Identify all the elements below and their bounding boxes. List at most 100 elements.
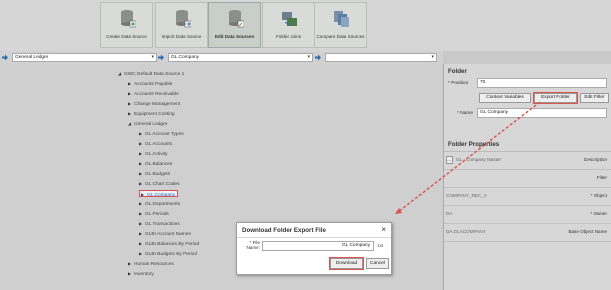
tree-item[interactable]: ▶ GL Activity (139, 150, 167, 157)
name-field[interactable]: GL Company (477, 108, 607, 118)
tree-item[interactable]: ▶ Human Resources (128, 260, 174, 267)
tree-item-label: GL Account Types (145, 132, 184, 137)
tree-item-label: Change Management (134, 102, 181, 107)
tree-item[interactable]: ▶ Accounts Payable (128, 80, 172, 87)
arrow-right-icon[interactable] (158, 54, 164, 61)
property-row: DA.GLACOMPANY Base Object Name (444, 224, 611, 242)
position-field[interactable]: 70 (477, 78, 607, 88)
tree-item-label: GL Budgets (145, 172, 171, 177)
file-name-field[interactable]: GL Company (262, 241, 374, 251)
tree-item[interactable]: ▶ GLBI Budgets By Period (139, 250, 197, 257)
dialog-divider (237, 237, 391, 238)
create-data-source-label: Create Data Source (106, 34, 147, 39)
filter-bar: General Ledger ▾ GL Company ▾ ▾ (0, 51, 443, 64)
close-icon[interactable]: × (381, 225, 386, 234)
tree-item-label: GLBI Account Names (145, 232, 191, 237)
property-value[interactable]: DA.GLACOMPANY (446, 229, 486, 234)
property-value[interactable]: DA (446, 211, 452, 216)
tree-item-label: GL Accounts (145, 142, 173, 147)
context-variables-button[interactable]: Context Variables (479, 93, 531, 103)
tree-item-label: GL Departments (145, 202, 181, 207)
property-row: COMPANY_REC_V * Object (444, 188, 611, 206)
ledger-select-value: General Ledger (15, 55, 49, 60)
tree-item[interactable]: ▶ Inventory (128, 270, 154, 277)
chevron-down-icon: ▾ (307, 54, 310, 60)
name-label: * Name (457, 111, 473, 116)
chevron-down-icon: ▾ (151, 54, 154, 60)
tree-item-label: Inventory (134, 272, 154, 277)
tree-item[interactable]: ▶ Equipment Costing (128, 110, 175, 117)
tree-item[interactable]: ▶ GLBI Account Names (139, 230, 191, 237)
edit-filter-button[interactable]: Edit Filter (580, 93, 609, 103)
database-import-icon (176, 10, 191, 28)
tree-item[interactable]: ▶ Accounts Receivable (128, 90, 179, 97)
download-button[interactable]: Download (329, 257, 364, 270)
property-value[interactable]: COMPANY_REC_V (446, 193, 487, 198)
tree-item[interactable]: ▶ GL Company (139, 190, 179, 198)
tree-item-label: Accounts Payable (134, 82, 173, 87)
file-name-label: * File Name: (246, 240, 260, 251)
edit-data-sources-label: Edit Data Sources (214, 34, 255, 39)
tree-item[interactable]: ▶ GLBI Balances By Period (139, 240, 199, 247)
position-label: * Position (448, 81, 469, 86)
property-row: Filter (444, 170, 611, 188)
folder-panel: Folder * Position 70 Context Variables E… (444, 64, 611, 290)
tree-item[interactable]: ▶ GL Transactions (139, 220, 180, 227)
chevron-down-icon: ▾ (431, 54, 434, 60)
tree-item-label: GL Activity (145, 152, 168, 157)
import-data-source-button[interactable]: Import Data Source (155, 2, 208, 48)
tree-item-label: GL Balances (145, 162, 173, 167)
tree-item[interactable]: ▶ GL Periods (139, 210, 169, 217)
tree-item[interactable]: ▶ GL Account Types (139, 130, 184, 137)
folder-select[interactable]: GL Company ▾ (168, 53, 313, 62)
folder-joins-label: Folder Joins (275, 34, 302, 39)
tree-item[interactable]: ◢ General Ledger (128, 120, 167, 127)
toolbar: Create Data Source Import Data Source Ed… (0, 0, 611, 51)
tree-item[interactable]: ▶ GL Chart Codes (139, 180, 179, 187)
dialog-title: Download Folder Export File (242, 227, 326, 234)
property-key: Filter (596, 175, 607, 180)
tree-item-label: GL Periods (145, 212, 169, 217)
tree-item[interactable]: ▶ GL Budgets (139, 170, 170, 177)
property-key: Description (584, 157, 607, 162)
cancel-button[interactable]: Cancel (366, 258, 389, 269)
arrow-right-icon[interactable] (2, 54, 8, 61)
ledger-select[interactable]: General Ledger ▾ (12, 53, 157, 62)
tree-item-label: Accounts Receivable (134, 92, 179, 97)
arrow-right-icon[interactable] (315, 54, 321, 61)
tree-item-label: GL Chart Codes (145, 182, 180, 187)
property-row: … GL - Company Master Description (444, 152, 611, 170)
compare-data-sources-button[interactable]: Compare Data Sources (314, 2, 367, 48)
folder-joins-button[interactable]: Folder Joins (262, 2, 315, 48)
tree-item-label: Equipment Costing (134, 112, 175, 117)
tree-item-label: Human Resources (134, 262, 174, 267)
edit-data-sources-button[interactable]: Edit Data Sources (208, 2, 261, 48)
folder-joins-icon (282, 12, 297, 26)
download-dialog: Download Folder Export File × * File Nam… (236, 222, 392, 275)
tree-item-label: GLBI Budgets By Period (145, 252, 197, 257)
folder-panel-title: Folder (448, 68, 467, 75)
tree-item-label: GL Company (147, 193, 176, 198)
property-key: * Owner (590, 211, 607, 216)
ellipsis-button[interactable]: … (446, 156, 453, 164)
compare-data-sources-label: Compare Data Sources (316, 34, 365, 39)
folder-properties-title: Folder Properties (448, 141, 500, 148)
folder-select-value: GL Company (171, 55, 200, 60)
compare-icon (334, 11, 349, 27)
database-add-icon (121, 10, 136, 28)
item-select[interactable]: ▾ (325, 53, 437, 62)
property-row: DA * Owner (444, 206, 611, 224)
export-folder-button[interactable]: Export Folder (533, 92, 578, 104)
tree-item-label: General Ledger (134, 122, 168, 127)
database-edit-icon (229, 10, 244, 28)
tree-item[interactable]: ▶ GL Accounts (139, 140, 172, 147)
tree-root-label: GWC Default Data Source 1 (124, 72, 185, 77)
tree-item-label: GL Transactions (145, 222, 180, 227)
property-value[interactable]: GL - Company Master (456, 157, 501, 162)
import-data-source-label: Import Data Source (161, 34, 202, 39)
tree-root[interactable]: ◢ GWC Default Data Source 1 (118, 70, 184, 77)
create-data-source-button[interactable]: Create Data Source (100, 2, 153, 48)
tree-item[interactable]: ▶ GL Departments (139, 200, 180, 207)
tree-item[interactable]: ▶ GL Balances (139, 160, 172, 167)
tree-item[interactable]: ▶ Change Management (128, 100, 180, 107)
